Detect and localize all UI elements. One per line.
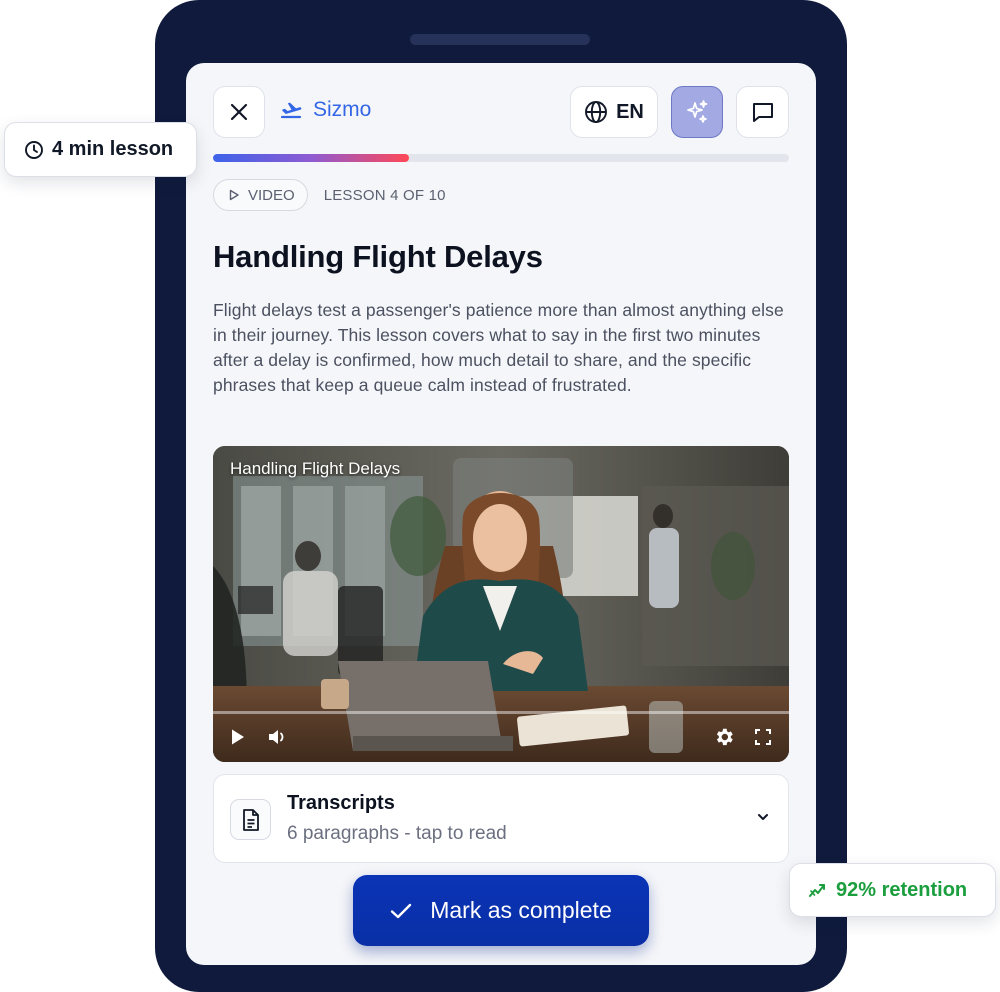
video-settings-button[interactable] [713,726,735,748]
document-icon-box [230,799,271,840]
gear-icon [716,728,733,746]
transcripts-title: Transcripts [287,792,395,814]
play-icon [232,729,244,745]
language-label: EN [616,100,644,123]
fullscreen-icon [755,729,771,745]
document-icon [242,808,259,831]
retention-badge: 92% retention [789,863,996,917]
lesson-duration-badge: 4 min lesson [4,122,197,177]
top-bar: Sizmo EN [213,86,789,138]
video-type-label: VIDEO [248,186,295,204]
clock-icon [25,140,43,159]
tablet-speaker [410,34,590,45]
play-outline-icon [229,189,239,201]
lesson-title: Handling Flight Delays [213,239,543,274]
lesson-duration-text: 4 min lesson [52,138,174,160]
lesson-progress-fill [213,154,409,162]
lesson-screen: Sizmo EN VIDEO LESSON 4 OF 10 Handling F… [186,63,816,965]
close-icon [230,103,248,121]
retention-text: 92% retention [836,878,968,901]
lesson-progress-bar [213,154,789,162]
video-type-badge: VIDEO [213,179,308,211]
play-button[interactable] [227,726,249,748]
volume-icon [269,730,284,744]
check-icon [391,903,412,918]
lesson-description: Flight delays test a passenger's patienc… [213,300,784,395]
chat-button[interactable] [736,86,789,138]
brand-name: Sizmo [313,98,372,121]
mark-complete-button[interactable]: Mark as complete [353,875,649,946]
video-scrub-bar[interactable] [213,711,789,714]
trend-up-icon [809,884,825,897]
language-button[interactable]: EN [570,86,658,138]
ai-assistant-button[interactable] [671,86,723,138]
transcripts-accordion[interactable]: Transcripts 6 paragraphs - tap to read [213,774,789,863]
video-title: Handling Flight Delays [230,459,401,478]
lesson-meta: VIDEO LESSON 4 OF 10 [213,179,446,211]
lesson-position: LESSON 4 OF 10 [323,186,446,204]
video-player[interactable]: Handling Flight Delays [213,446,789,762]
globe-icon [585,101,608,123]
mark-complete-label: Mark as complete [430,897,612,923]
close-button[interactable] [213,86,265,138]
video-frame-image [213,446,789,762]
fullscreen-button[interactable] [752,726,774,748]
transcripts-subtitle: 6 paragraphs - tap to read [287,823,507,844]
chat-bubble-icon [752,103,773,122]
sparkles-icon [687,100,708,123]
plane-departure-icon [280,102,302,119]
brand[interactable]: Sizmo [279,98,371,122]
volume-button[interactable] [266,726,288,748]
chevron-down-icon[interactable] [756,810,770,824]
